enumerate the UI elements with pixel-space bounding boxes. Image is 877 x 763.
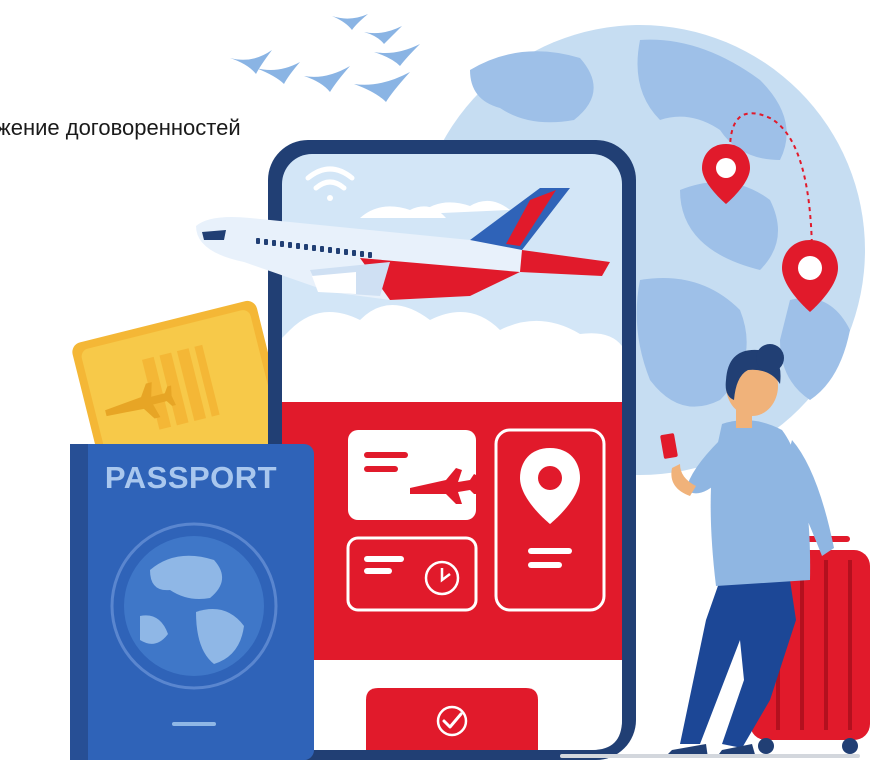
ground-line (560, 754, 860, 758)
bird-icon (364, 26, 402, 44)
bird-icon (256, 62, 300, 84)
bird-icon (354, 72, 410, 102)
passport-label: PASSPORT (104, 460, 278, 495)
bird-icon (332, 14, 368, 30)
bird-icon (374, 44, 420, 66)
caption-text: жение договоренностей (0, 115, 241, 140)
birds (230, 14, 420, 102)
ticket-icon (348, 430, 478, 520)
check-button[interactable] (366, 688, 538, 750)
globe-icon (110, 522, 278, 690)
bird-icon (304, 66, 350, 92)
